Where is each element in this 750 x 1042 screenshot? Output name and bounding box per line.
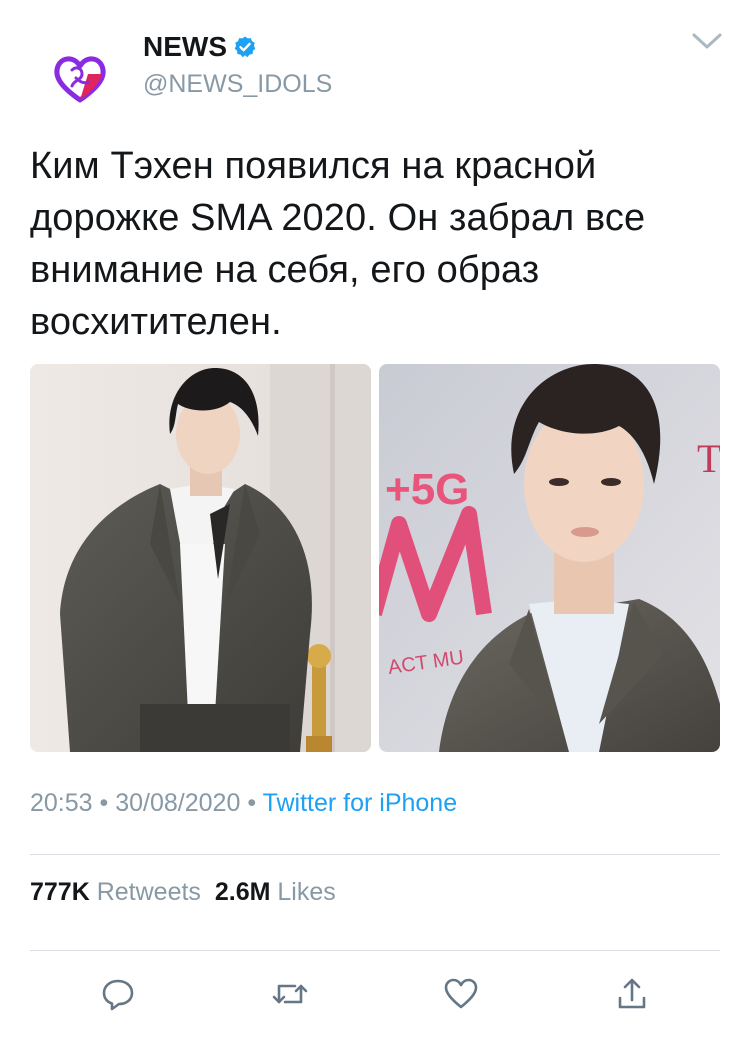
tweet-source-link[interactable]: Twitter for iPhone [263,789,458,817]
tweet-detail: NEWS @NEWS_IDOLS Ким Тэхен появился на к… [0,0,750,1042]
retweets-label: Retweets [96,878,201,906]
tweet-time[interactable]: 20:53 [30,789,93,817]
retweet-icon [272,984,308,1004]
meta-separator: • [99,789,109,817]
retweets-stat[interactable]: 777K Retweets [30,878,201,906]
retweet-button[interactable] [270,974,310,1014]
author-name-row[interactable]: NEWS [143,30,257,64]
banner-t-text: T [697,436,720,481]
author-display-name[interactable]: NEWS [143,31,227,63]
author-handle[interactable]: @NEWS_IDOLS [143,70,332,99]
tweet-meta: 20:53 • 30/08/2020 • Twitter for iPhone [30,789,457,818]
heart-hand-logo-icon [54,56,106,103]
reply-button[interactable] [98,974,138,1014]
divider [30,854,720,855]
tweet-text: Ким Тэхен появился на красной дорожке SM… [30,145,646,343]
share-button[interactable] [612,974,652,1014]
like-button[interactable] [441,974,481,1014]
chevron-down-icon[interactable] [690,30,724,52]
tweet-photo-2[interactable]: +5G T ACT MU [379,364,720,752]
reply-icon [102,979,134,1011]
tweet-photo-1[interactable] [30,364,371,752]
tweet-date[interactable]: 30/08/2020 [115,789,240,817]
retweets-count: 777K [30,878,90,906]
divider [30,950,720,951]
verified-badge-icon [233,35,257,59]
likes-label: Likes [277,878,336,906]
banner-5g-text: +5G [385,465,469,514]
likes-count: 2.6M [214,878,271,906]
tweet-stats: 777K Retweets 2.6M Likes [30,878,336,907]
share-icon [618,978,646,1009]
heart-icon [444,978,478,1009]
avatar[interactable] [30,28,130,128]
meta-separator: • [247,789,257,817]
likes-stat[interactable]: 2.6M Likes [215,878,336,906]
